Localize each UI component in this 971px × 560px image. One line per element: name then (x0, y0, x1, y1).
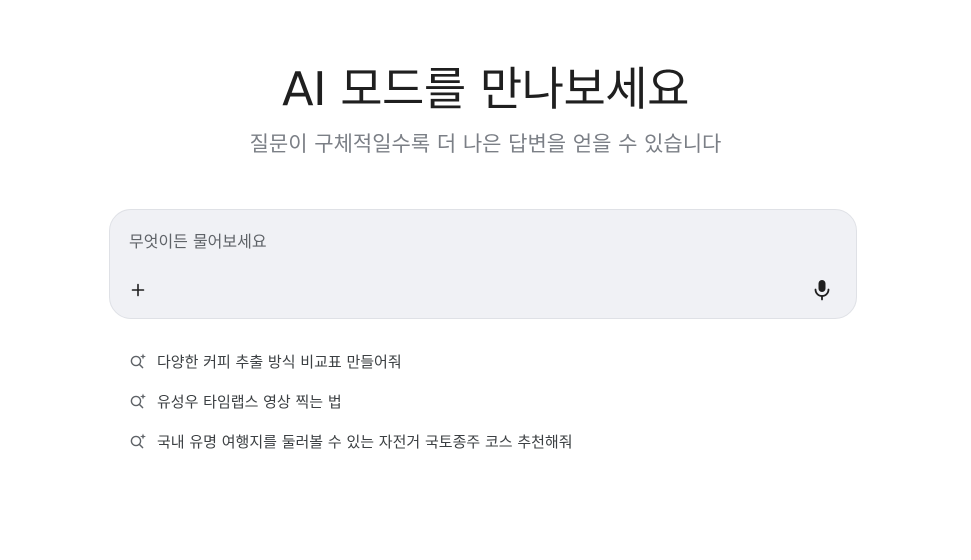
page-title: AI 모드를 만나보세요 (282, 62, 689, 116)
plus-icon (130, 282, 146, 298)
search-input[interactable] (129, 229, 729, 253)
search-sparkle-icon (128, 351, 148, 371)
suggestion-item[interactable]: 유성우 타임랩스 영상 찍는 법 (128, 381, 573, 421)
ai-mode-page: AI 모드를 만나보세요 질문이 구체적일수록 더 나은 답변을 얻을 수 있습… (0, 0, 971, 560)
add-button[interactable] (124, 276, 152, 304)
microphone-icon (813, 279, 831, 301)
search-sparkle-icon (128, 391, 148, 411)
suggestion-label: 국내 유명 여행지를 둘러볼 수 있는 자전거 국토종주 코스 추천해줘 (157, 432, 573, 451)
search-sparkle-icon (128, 431, 148, 451)
suggestion-label: 유성우 타임랩스 영상 찍는 법 (157, 392, 342, 411)
page-subtitle: 질문이 구체적일수록 더 나은 답변을 얻을 수 있습니다 (249, 132, 722, 156)
suggestion-item[interactable]: 다양한 커피 추출 방식 비교표 만들어줘 (128, 341, 573, 381)
search-box (109, 209, 857, 319)
suggestion-list: 다양한 커피 추출 방식 비교표 만들어줘 유성우 타임랩스 영상 찍는 법 국… (128, 341, 573, 461)
suggestion-item[interactable]: 국내 유명 여행지를 둘러볼 수 있는 자전거 국토종주 코스 추천해줘 (128, 421, 573, 461)
voice-input-button[interactable] (808, 276, 836, 304)
suggestion-label: 다양한 커피 추출 방식 비교표 만들어줘 (157, 352, 402, 371)
